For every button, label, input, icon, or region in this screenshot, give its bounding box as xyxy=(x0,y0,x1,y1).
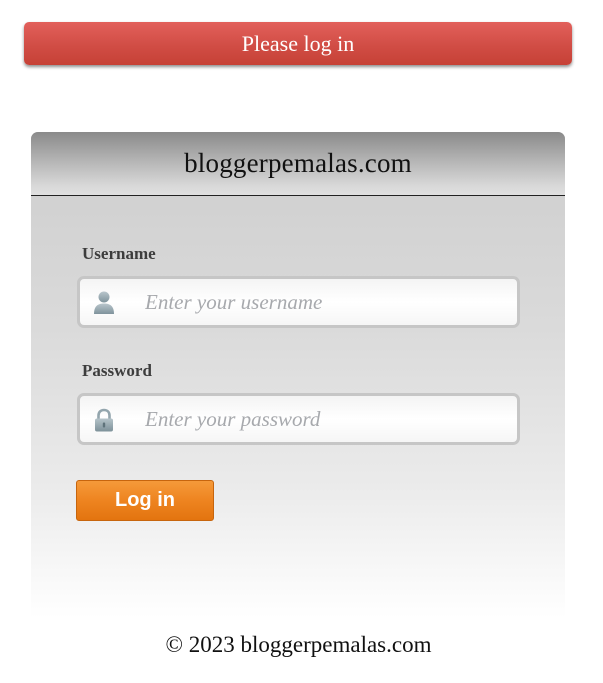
username-input[interactable] xyxy=(145,279,507,325)
password-input[interactable] xyxy=(145,396,507,442)
login-card: bloggerpemalas.com Username Password xyxy=(31,132,565,618)
card-header: bloggerpemalas.com xyxy=(31,132,565,196)
login-required-banner: Please log in xyxy=(24,22,572,65)
password-label: Password xyxy=(82,361,152,380)
login-button[interactable]: Log in xyxy=(76,480,214,521)
footer-copyright: © 2023 bloggerpemalas.com xyxy=(165,632,432,657)
username-field[interactable] xyxy=(77,276,520,328)
user-icon xyxy=(90,289,118,317)
lock-icon xyxy=(90,406,118,434)
password-field[interactable] xyxy=(77,393,520,445)
username-label: Username xyxy=(82,244,156,263)
site-title: bloggerpemalas.com xyxy=(184,148,412,178)
banner-message: Please log in xyxy=(241,30,355,56)
